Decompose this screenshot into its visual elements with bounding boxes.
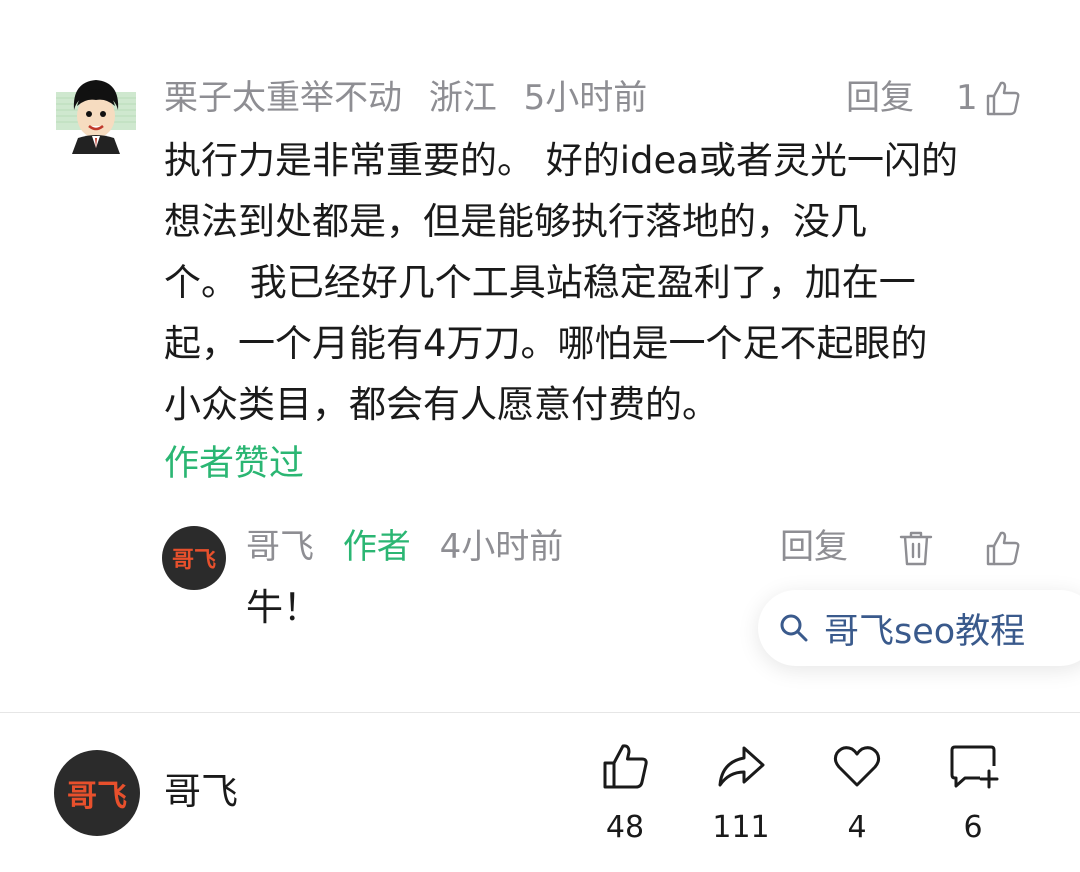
search-icon [780,614,808,642]
share-count: 111 [712,810,770,845]
favorite-count: 4 [847,810,867,845]
reply-reply-button[interactable]: 回复 [780,522,848,572]
author-tag: 作者 [342,527,411,567]
heart-icon [833,746,881,787]
reply-avatar[interactable]: 哥飞 [162,526,226,590]
comment-thread-page: 栗子太重举不动 浙江 5小时前 回复 1 执行力是非常重要的。 好的idea或者… [0,0,1080,872]
comment-line: 想法到处都是，但是能够执行落地的，没几 [164,200,867,243]
reply-text: 牛！ [246,586,320,629]
comment-line: 起，一个月能有4万刀。哪怕是一个足不起眼的 [164,322,928,365]
thumbs-up-icon [603,744,648,789]
comment-count: 6 [963,810,983,845]
like-action-button[interactable]: 48 [575,740,675,850]
like-count: 48 [605,810,645,845]
comment-meta: 栗子太重举不动 浙江 5小时前 [164,74,663,122]
share-icon [718,746,765,787]
comment-location: 浙江 [428,78,497,118]
author-avatar[interactable]: 哥飞 [54,750,140,836]
avatar[interactable] [56,74,136,154]
comment-line: 小众类目，都会有人愿意付费的。 [164,383,719,426]
reply-button[interactable]: 回复 [846,74,914,122]
comment-line: 个。 我已经好几个工具站稳定盈利了，加在一 [164,261,916,304]
comment-time: 5小时前 [523,78,648,118]
avatar-text: 哥飞 [67,779,127,814]
comment-text: 执行力是非常重要的。 好的idea或者灵光一闪的 想法到处都是，但是能够执行落地… [164,130,1044,435]
share-action-button[interactable]: 111 [691,740,791,850]
comment-action-button[interactable]: 6 [923,740,1023,850]
favorite-action-button[interactable]: 4 [807,740,907,850]
comment-add-icon [950,745,999,789]
comment-like-count: 1 [956,78,978,118]
reply-time: 4小时前 [439,527,564,567]
reply-username[interactable]: 哥飞 [246,527,314,567]
search-text: 哥飞seo教程 [824,611,1026,652]
thumbs-up-icon[interactable] [982,78,1022,118]
thumbs-up-icon[interactable] [982,528,1022,568]
comment-line: 执行力是非常重要的。 好的idea或者灵光一闪的 [164,139,958,182]
search-suggestion-pill[interactable]: 哥飞seo教程 [758,590,1080,666]
author-liked-badge: 作者赞过 [164,444,305,484]
reply-meta: 哥飞 作者 4小时前 [246,522,563,572]
cartoon-avatar-icon [56,74,136,154]
divider [0,712,1080,713]
author-name[interactable]: 哥飞 [164,766,238,818]
comment-username[interactable]: 栗子太重举不动 [164,78,402,118]
trash-icon[interactable] [896,528,936,568]
avatar-text: 哥飞 [171,547,216,573]
